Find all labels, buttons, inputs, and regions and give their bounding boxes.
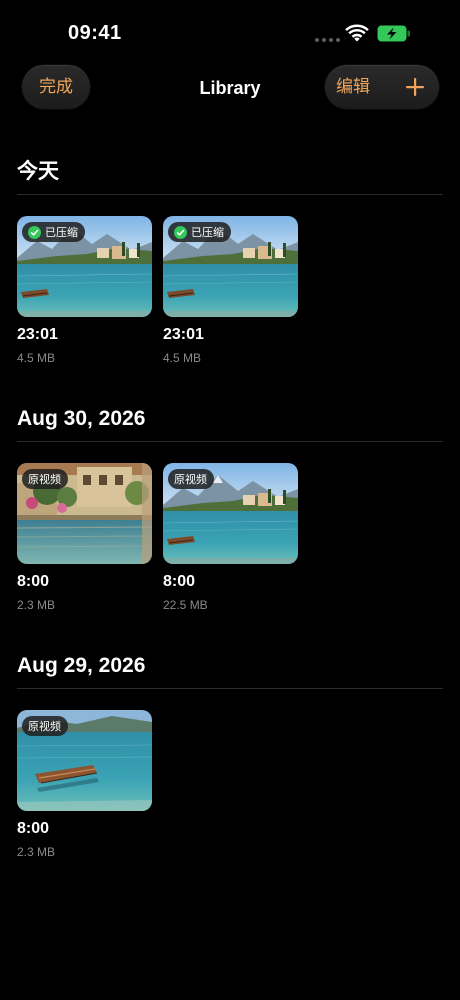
badge-label: 已压缩	[191, 227, 224, 239]
video-thumbnail[interactable]: 已压缩	[17, 216, 152, 317]
video-size: 4.5 MB	[17, 351, 56, 365]
video-thumbnail[interactable]: 原视频	[163, 463, 298, 564]
video-size: 22.5 MB	[163, 598, 208, 612]
video-card[interactable]: 原视频 8:00 2.3 MB	[17, 710, 152, 859]
video-grid: 已压缩 23:01 4.5 MB 已压缩 23:01 4.5 MB	[17, 216, 443, 365]
compressed-badge: 已压缩	[168, 222, 231, 242]
video-size: 2.3 MB	[17, 598, 56, 612]
done-button-label: 完成	[39, 77, 73, 96]
video-time: 8:00	[163, 573, 196, 590]
section-header: Aug 30, 2026	[17, 407, 146, 430]
video-size: 4.5 MB	[163, 351, 202, 365]
badge-label: 原视频	[28, 474, 61, 486]
video-card[interactable]: 原视频 8:00 22.5 MB	[163, 463, 298, 612]
edit-add-group: 编辑	[325, 65, 439, 109]
status-bar: 09:41	[0, 0, 460, 60]
section-divider	[17, 688, 443, 689]
wifi-icon	[345, 24, 369, 42]
check-circle-icon	[28, 225, 41, 239]
section-aug-29: Aug 29, 2026 原视频 8:00 2.3 MB	[17, 648, 443, 859]
plus-icon[interactable]	[405, 77, 425, 97]
video-grid: 原视频 8:00 2.3 MB	[17, 463, 443, 612]
section-today: 今天 已压缩 23:01 4.5 MB 已压缩 23:01 4.5 MB	[17, 154, 443, 365]
video-time: 8:00	[17, 573, 50, 590]
cellular-signal-icon	[315, 38, 340, 42]
section-aug-30: Aug 30, 2026 原视频 8:00 2.3 MB 原视频 8:00 22…	[17, 401, 443, 612]
video-time: 23:01	[17, 326, 58, 343]
check-circle-icon	[174, 225, 187, 239]
video-grid: 原视频 8:00 2.3 MB	[17, 710, 443, 859]
video-card[interactable]: 已压缩 23:01 4.5 MB	[163, 216, 298, 365]
original-video-badge: 原视频	[22, 716, 68, 736]
video-thumbnail[interactable]: 原视频	[17, 463, 152, 564]
video-size: 2.3 MB	[17, 845, 56, 859]
section-divider	[17, 194, 443, 195]
video-time: 8:00	[17, 820, 50, 837]
section-divider	[17, 441, 443, 442]
navigation-bar: 完成 Library 编辑	[0, 65, 460, 111]
badge-label: 已压缩	[45, 227, 78, 239]
video-card[interactable]: 已压缩 23:01 4.5 MB	[17, 216, 152, 365]
badge-label: 原视频	[174, 474, 207, 486]
section-header: 今天	[17, 160, 59, 183]
video-time: 23:01	[163, 326, 204, 343]
original-video-badge: 原视频	[168, 469, 214, 489]
video-thumbnail[interactable]: 已压缩	[163, 216, 298, 317]
video-thumbnail[interactable]: 原视频	[17, 710, 152, 811]
compressed-badge: 已压缩	[22, 222, 85, 242]
video-card[interactable]: 原视频 8:00 2.3 MB	[17, 463, 152, 612]
edit-button[interactable]: 编辑	[336, 65, 370, 109]
badge-label: 原视频	[28, 721, 61, 733]
original-video-badge: 原视频	[22, 469, 68, 489]
battery-charging-icon	[377, 25, 410, 42]
status-time: 09:41	[68, 22, 122, 44]
done-button[interactable]: 完成	[22, 65, 90, 109]
section-header: Aug 29, 2026	[17, 654, 146, 677]
